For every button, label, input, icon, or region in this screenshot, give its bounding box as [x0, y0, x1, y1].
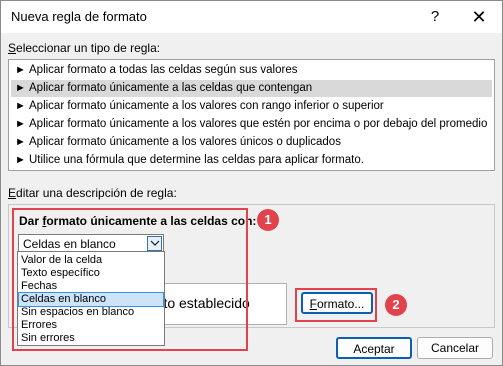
annotation-highlight-1	[12, 208, 248, 351]
rule-type-item[interactable]: ► Aplicar formato únicamente a los valore…	[11, 116, 492, 133]
accept-button[interactable]: Aceptar	[336, 337, 412, 359]
dialog-title: Nueva regla de formato	[11, 9, 147, 24]
annotation-badge-2: 2	[385, 294, 407, 316]
rule-type-item[interactable]: ► Aplicar formato únicamente a los valore…	[11, 134, 492, 151]
arrow-icon: ►	[15, 82, 26, 94]
close-button[interactable]: ✕	[464, 4, 494, 30]
arrow-icon: ►	[15, 100, 26, 112]
arrow-icon: ►	[15, 154, 26, 166]
new-format-rule-dialog: Nueva regla de formato ? ✕ Seleccionar u…	[0, 0, 503, 366]
title-bar: Nueva regla de formato ? ✕	[1, 1, 502, 33]
cancel-button[interactable]: Cancelar	[417, 337, 493, 359]
rule-type-list[interactable]: ► Aplicar formato a todas las celdas segú…	[8, 59, 495, 171]
rule-type-item[interactable]: ► Aplicar formato a todas las celdas segú…	[11, 62, 492, 79]
annotation-highlight-2	[295, 288, 377, 322]
arrow-icon: ►	[15, 136, 26, 148]
arrow-icon: ►	[15, 118, 26, 130]
rule-type-label: Seleccionar un tipo de regla:	[8, 41, 161, 55]
rule-type-item[interactable]: ► Utilice una fórmula que determine las c…	[11, 152, 492, 169]
rule-description-label: Editar una descripción de regla:	[8, 186, 177, 200]
arrow-icon: ►	[15, 64, 26, 76]
rule-type-item[interactable]: ► Aplicar formato únicamente a las celdas…	[11, 80, 492, 97]
annotation-badge-1: 1	[257, 209, 279, 231]
rule-type-item[interactable]: ► Aplicar formato únicamente a los valore…	[11, 98, 492, 115]
help-button[interactable]: ?	[420, 4, 450, 30]
